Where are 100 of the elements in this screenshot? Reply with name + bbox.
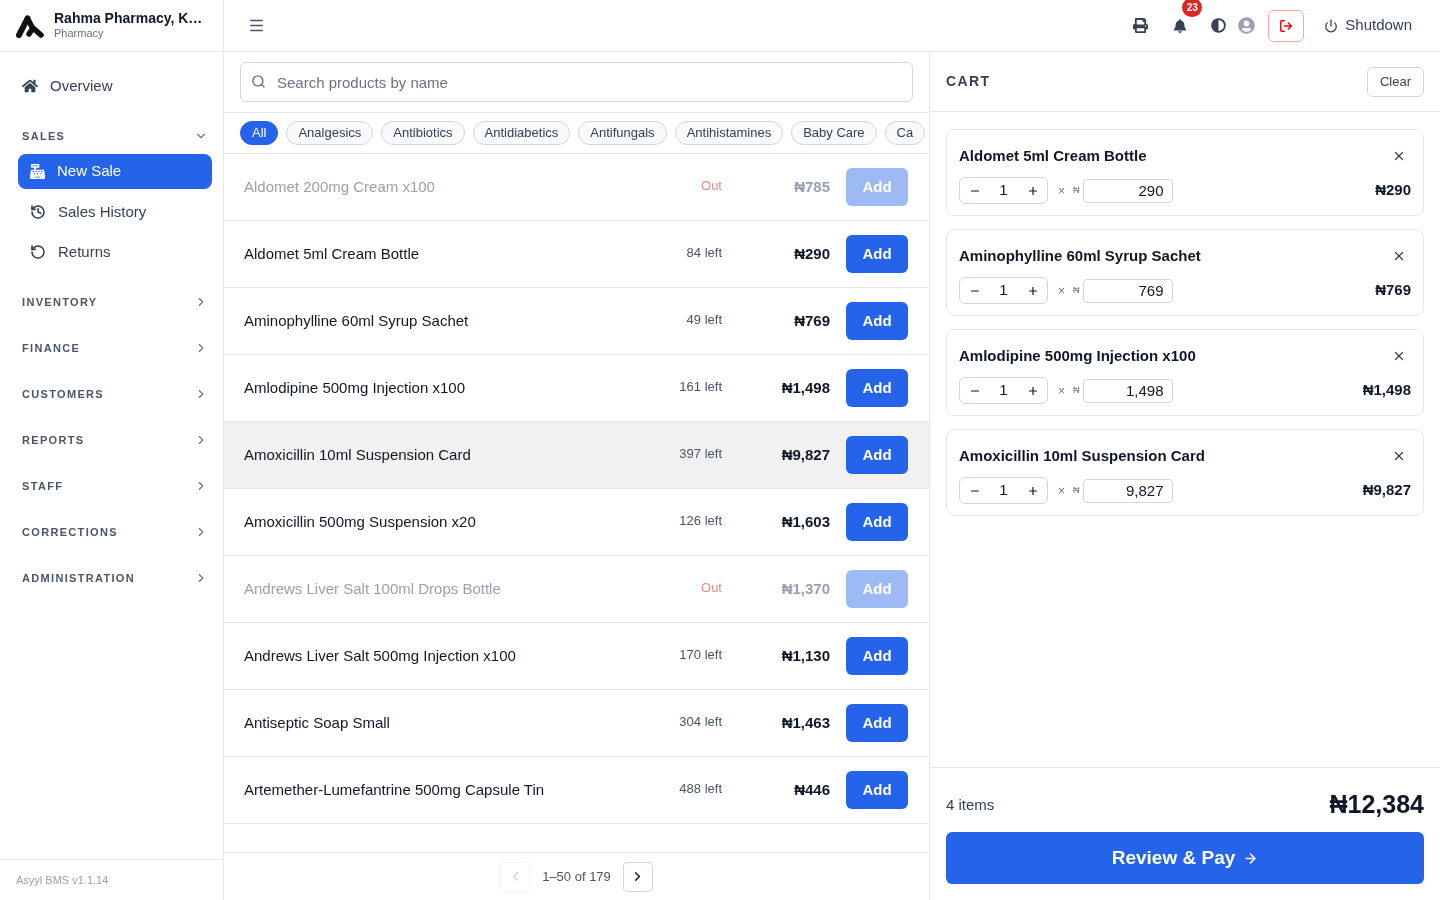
- notification-badge: 23: [1182, 0, 1203, 17]
- plus-icon: [1026, 484, 1039, 497]
- multiply-sign: ×: [1058, 482, 1065, 500]
- search-field[interactable]: Search products by name: [240, 62, 913, 102]
- line-total: ₦9,827: [1362, 480, 1411, 501]
- nav-section-toggle[interactable]: INVENTORY: [18, 284, 212, 320]
- product-name: Aminophylline 60ml Syrup Sachet: [244, 310, 470, 331]
- nav-section-toggle[interactable]: REPORTS: [18, 422, 212, 458]
- product-price: ₦290: [793, 243, 830, 264]
- product-price: ₦1,463: [780, 712, 830, 733]
- page-range: 1–50 of 179: [542, 867, 611, 886]
- next-page-button[interactable]: [622, 861, 653, 892]
- nav-section-toggle[interactable]: CUSTOMERS: [18, 376, 212, 412]
- close-icon: [1392, 249, 1406, 263]
- add-button[interactable]: Add: [846, 637, 908, 675]
- product-price: ₦9,827: [780, 444, 830, 465]
- nav-item[interactable]: Returns: [18, 232, 212, 272]
- add-button[interactable]: Add: [846, 704, 908, 742]
- unit-price-field[interactable]: 769: [1082, 278, 1173, 303]
- category-chip[interactable]: Antibiotics: [381, 121, 465, 145]
- line-total: ₦1,498: [1362, 380, 1411, 401]
- nav-item[interactable]: Overview: [18, 68, 212, 104]
- product-name: Andrews Liver Salt 500mg Injection x100: [244, 645, 517, 666]
- currency-sign: ₦: [1073, 383, 1080, 397]
- cart-title: CART: [946, 72, 991, 91]
- stock-level: 49 left: [685, 311, 722, 330]
- quantity-value: 1: [998, 180, 1009, 201]
- close-icon: [1392, 349, 1406, 363]
- stock-level: 397 left: [678, 445, 722, 464]
- quantity-stepper[interactable]: 1: [959, 477, 1048, 504]
- close-icon: [1392, 449, 1406, 463]
- add-button[interactable]: Add: [846, 235, 908, 273]
- plus-icon: [1026, 184, 1039, 197]
- multiply-sign: ×: [1058, 282, 1065, 300]
- add-button[interactable]: Add: [846, 503, 908, 541]
- stock-level: 488 left: [678, 780, 722, 799]
- quantity-value: 1: [998, 280, 1009, 301]
- undo-icon: [30, 244, 46, 260]
- nav-section-toggle[interactable]: STAFF: [18, 468, 212, 504]
- quantity-value: 1: [998, 380, 1009, 401]
- nav-item[interactable]: New Sale: [18, 154, 212, 189]
- item-count: 4 items: [946, 794, 995, 815]
- search-icon: [251, 74, 266, 89]
- quantity-stepper[interactable]: 1: [959, 377, 1048, 404]
- product-price: ₦1,130: [780, 645, 830, 666]
- product-price: ₦785: [793, 176, 830, 197]
- multiply-sign: ×: [1058, 182, 1065, 200]
- review-pay-button[interactable]: Review & Pay: [946, 832, 1424, 884]
- add-button[interactable]: Add: [846, 369, 908, 407]
- product-price: ₦1,370: [780, 578, 830, 599]
- stock-level: Out: [700, 177, 722, 196]
- nav-section-toggle[interactable]: FINANCE: [18, 330, 212, 366]
- category-chip[interactable]: All: [240, 121, 279, 145]
- category-chip[interactable]: Analgesics: [286, 121, 374, 145]
- cart-item-name: Amlodipine 500mg Injection x100: [959, 345, 1196, 366]
- nav-section-toggle[interactable]: CORRECTIONS: [18, 514, 212, 550]
- cart-item-name: Aminophylline 60ml Syrup Sachet: [959, 245, 1201, 266]
- line-total: ₦769: [1375, 280, 1411, 301]
- quantity-stepper[interactable]: 1: [959, 277, 1048, 304]
- product-price: ₦446: [793, 779, 830, 800]
- quantity-stepper[interactable]: 1: [959, 177, 1048, 204]
- stock-level: 304 left: [678, 713, 722, 732]
- product-price: ₦1,603: [780, 511, 830, 532]
- shutdown-button[interactable]: Shutdown: [1316, 9, 1420, 42]
- product-price: ₦1,498: [780, 377, 830, 398]
- business-name: Rahma Pharmacy, K…: [54, 9, 203, 28]
- cash-register-icon: [30, 164, 45, 179]
- category-chip[interactable]: Baby Care: [791, 121, 877, 145]
- multiply-sign: ×: [1058, 382, 1065, 400]
- unit-price-field[interactable]: 9,827: [1082, 478, 1173, 503]
- currency-sign: ₦: [1073, 483, 1080, 497]
- business-type: Pharmacy: [54, 27, 105, 42]
- category-chip[interactable]: Antihistamines: [674, 121, 784, 145]
- nav-section-toggle[interactable]: ADMINISTRATION: [18, 560, 212, 596]
- unit-price-field[interactable]: 1,498: [1082, 378, 1173, 403]
- product-name: Aldomet 200mg Cream x100: [244, 176, 436, 197]
- clear-button[interactable]: Clear: [1366, 66, 1424, 97]
- unit-price-field[interactable]: 290: [1082, 178, 1173, 203]
- product-name: Artemether-Lumefantrine 500mg Capsule Tin: [244, 779, 546, 800]
- add-button[interactable]: Add: [846, 436, 908, 474]
- product-name: Amoxicillin 10ml Suspension Card: [244, 444, 472, 465]
- category-chip[interactable]: Ca: [884, 121, 926, 145]
- category-chip[interactable]: Antifungals: [578, 121, 667, 145]
- menu-button[interactable]: [248, 17, 265, 34]
- nav-section-toggle[interactable]: SALES: [18, 118, 212, 154]
- logout-button[interactable]: [1268, 9, 1305, 42]
- quantity-value: 1: [998, 480, 1009, 501]
- cart-total: ₦12,384: [1329, 789, 1424, 821]
- add-button[interactable]: Add: [846, 771, 908, 809]
- nav-item[interactable]: Sales History: [18, 192, 212, 232]
- menu-icon: [248, 17, 265, 34]
- printer-icon: [1132, 18, 1148, 33]
- plus-icon: [1026, 384, 1039, 397]
- product-row[interactable]: Amoxicillin 10ml Suspension Card 397 left ₦9,827 Add: [224, 422, 929, 489]
- category-chip[interactable]: Antidiabetics: [472, 121, 571, 145]
- arrow-right-icon: [1243, 850, 1259, 866]
- plus-icon: [1026, 284, 1039, 297]
- currency-sign: ₦: [1073, 283, 1080, 297]
- line-total: ₦290: [1375, 180, 1411, 201]
- add-button[interactable]: Add: [846, 302, 908, 340]
